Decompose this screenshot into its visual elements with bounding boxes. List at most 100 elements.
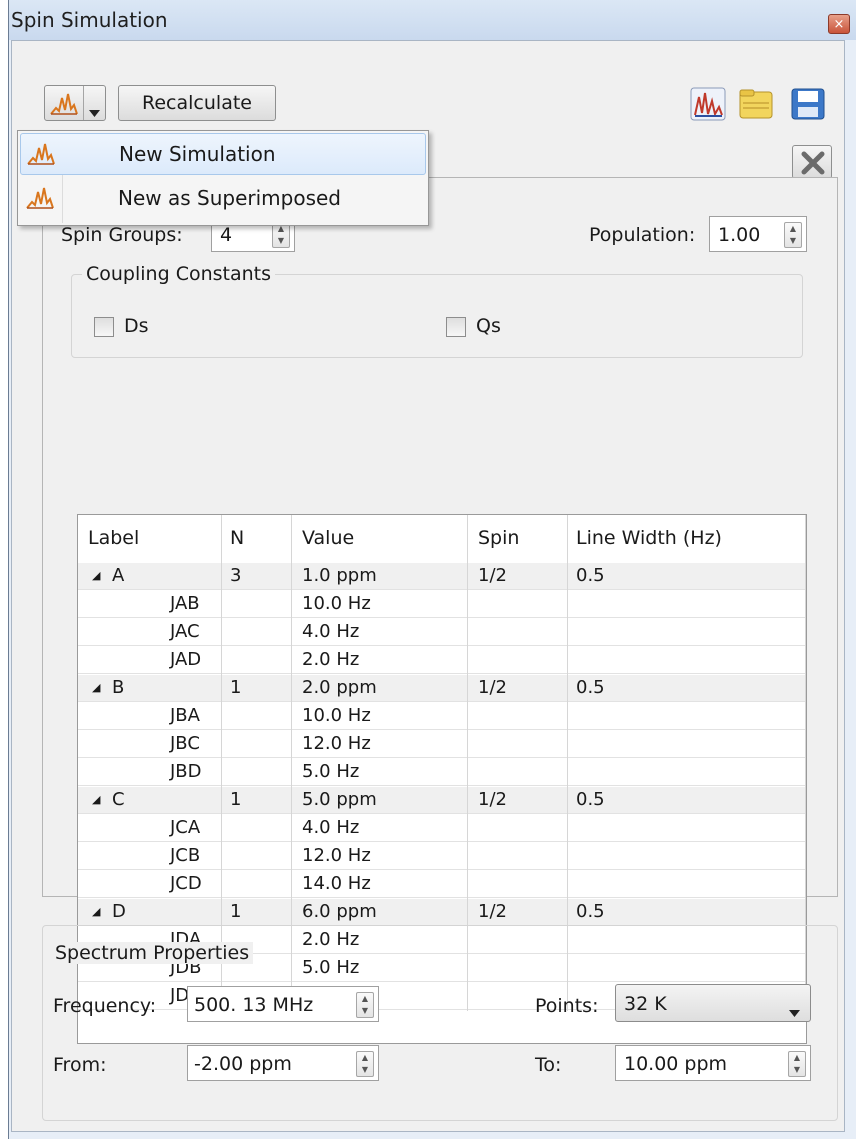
population-stepper-arrows[interactable]: ▲ ▼ — [784, 222, 802, 248]
population-value: 1.00 — [718, 224, 761, 246]
menu-item-label: New as Superimposed — [118, 186, 341, 210]
spin-groups-panel: Spin Groups: 4 ▲ ▼ Population: 1.00 ▲ ▼ Co… — [42, 177, 838, 1044]
cell-spin: 1/2 — [478, 565, 507, 586]
cell-label: JBC — [170, 733, 200, 754]
table-row[interactable]: JCA 4.0 Hz — [78, 815, 806, 842]
qs-label: Qs — [476, 315, 501, 337]
from-label: From: — [53, 1054, 107, 1076]
cell-n: 1 — [230, 677, 242, 698]
cell-label: B — [112, 677, 125, 698]
table-row[interactable]: ◢ A 3 1.0 ppm 1/2 0.5 — [78, 563, 806, 590]
spectrum-properties-title: Spectrum Properties — [51, 942, 254, 964]
cell-value: 5.0 ppm — [302, 789, 377, 810]
frequency-spinner[interactable]: 500. 13 MHz ▲ ▼ — [187, 986, 379, 1022]
table-row[interactable]: ◢ C 1 5.0 ppm 1/2 0.5 — [78, 787, 806, 814]
to-value: 10.00 ppm — [624, 1053, 728, 1075]
cell-line-width: 0.5 — [576, 677, 605, 698]
from-spinner[interactable]: -2.00 ppm ▲ ▼ — [187, 1045, 379, 1081]
open-folder-icon[interactable] — [738, 87, 774, 121]
cell-value: 12.0 Hz — [302, 845, 371, 866]
cell-label: JAD — [170, 649, 202, 670]
close-button[interactable]: × — [828, 14, 850, 34]
table-row[interactable]: JBA 10.0 Hz — [78, 703, 806, 730]
cell-line-width: 0.5 — [576, 789, 605, 810]
cell-n: 3 — [230, 565, 242, 586]
cell-value: 5.0 Hz — [302, 761, 360, 782]
cell-label: JCD — [170, 873, 202, 894]
from-stepper-arrows[interactable]: ▲ ▼ — [356, 1051, 374, 1077]
window-title: Spin Simulation — [11, 8, 168, 32]
recalculate-label: Recalculate — [142, 92, 252, 114]
column-header-n[interactable]: N — [230, 527, 244, 549]
cell-n: 1 — [230, 901, 242, 922]
frequency-value: 500. 13 MHz — [194, 994, 314, 1016]
points-select[interactable]: 32 K — [615, 984, 811, 1022]
table-row[interactable]: JCB 12.0 Hz — [78, 843, 806, 870]
spectrum-icon — [26, 184, 54, 215]
table-row[interactable]: JAB 10.0 Hz — [78, 591, 806, 618]
frequency-label: Frequency: — [53, 995, 157, 1017]
table-row[interactable]: JAC 4.0 Hz — [78, 619, 806, 646]
spectrum-plot-icon[interactable] — [690, 87, 726, 121]
cell-label: JAB — [170, 593, 200, 614]
cell-value: 10.0 Hz — [302, 705, 371, 726]
cell-label: D — [112, 901, 126, 922]
ds-checkbox[interactable] — [94, 317, 114, 337]
chevron-down-icon — [89, 100, 100, 122]
cell-value: 4.0 Hz — [302, 817, 360, 838]
menu-item-label: New Simulation — [119, 142, 276, 166]
expand-collapse-icon[interactable]: ◢ — [92, 787, 100, 813]
spin-simulation-window: Spin Simulation × Recalculate Spin Group… — [8, 0, 856, 1139]
table-row[interactable]: JCD 14.0 Hz — [78, 871, 806, 898]
cell-value: 4.0 Hz — [302, 621, 360, 642]
cell-value: 10.0 Hz — [302, 593, 371, 614]
cell-label: C — [112, 789, 125, 810]
column-header-spin[interactable]: Spin — [478, 527, 519, 549]
new-simulation-menu-button[interactable] — [44, 85, 106, 121]
cell-label: JBA — [170, 705, 200, 726]
cell-value: 6.0 ppm — [302, 901, 377, 922]
cell-spin: 1/2 — [478, 677, 507, 698]
ds-label: Ds — [124, 315, 149, 337]
menu-item-new-simulation[interactable]: New Simulation — [20, 133, 426, 175]
table-row[interactable]: ◢ B 1 2.0 ppm 1/2 0.5 — [78, 675, 806, 702]
population-spinner[interactable]: 1.00 ▲ ▼ — [709, 216, 807, 252]
cell-spin: 1/2 — [478, 789, 507, 810]
column-header-value[interactable]: Value — [302, 527, 354, 549]
cell-line-width: 0.5 — [576, 901, 605, 922]
expand-collapse-icon[interactable]: ◢ — [92, 563, 100, 589]
cell-label: JAC — [170, 621, 200, 642]
table-header: Label N Value Spin Line Width (Hz) — [78, 515, 806, 564]
points-value: 32 K — [624, 993, 667, 1015]
to-spinner[interactable]: 10.00 ppm ▲ ▼ — [615, 1045, 811, 1081]
qs-checkbox[interactable] — [446, 317, 466, 337]
chevron-down-icon — [789, 1000, 800, 1022]
table-row[interactable]: JBD 5.0 Hz — [78, 759, 806, 786]
cell-value: 1.0 ppm — [302, 565, 377, 586]
cell-label: JCA — [170, 817, 201, 838]
spectrum-icon — [27, 140, 55, 171]
to-stepper-arrows[interactable]: ▲ ▼ — [788, 1051, 806, 1077]
column-header-label[interactable]: Label — [88, 527, 139, 549]
cell-label: A — [112, 565, 125, 586]
recalculate-button[interactable]: Recalculate — [118, 85, 276, 121]
table-row[interactable]: ◢ D 1 6.0 ppm 1/2 0.5 — [78, 899, 806, 926]
column-header-line-width[interactable]: Line Width (Hz) — [576, 527, 722, 549]
coupling-constants-group: Coupling Constants Ds Qs — [71, 263, 803, 358]
table-row[interactable]: JBC 12.0 Hz — [78, 731, 806, 758]
save-icon[interactable] — [790, 87, 826, 121]
delete-button[interactable] — [792, 145, 832, 179]
expand-collapse-icon[interactable]: ◢ — [92, 899, 100, 925]
coupling-constants-title: Coupling Constants — [82, 263, 276, 285]
frequency-stepper-arrows[interactable]: ▲ ▼ — [356, 992, 374, 1018]
points-label: Points: — [535, 995, 599, 1017]
cell-label: JBD — [170, 761, 202, 782]
cell-value: 2.0 Hz — [302, 649, 360, 670]
spectrum-icon — [50, 90, 78, 121]
title-bar[interactable]: Spin Simulation × — [9, 0, 856, 40]
spin-groups-label: Spin Groups: — [61, 224, 183, 246]
table-row[interactable]: JAD 2.0 Hz — [78, 647, 806, 674]
menu-item-new-as-superimposed[interactable]: New as Superimposed — [20, 178, 426, 220]
cell-label: JCB — [170, 845, 201, 866]
expand-collapse-icon[interactable]: ◢ — [92, 675, 100, 701]
